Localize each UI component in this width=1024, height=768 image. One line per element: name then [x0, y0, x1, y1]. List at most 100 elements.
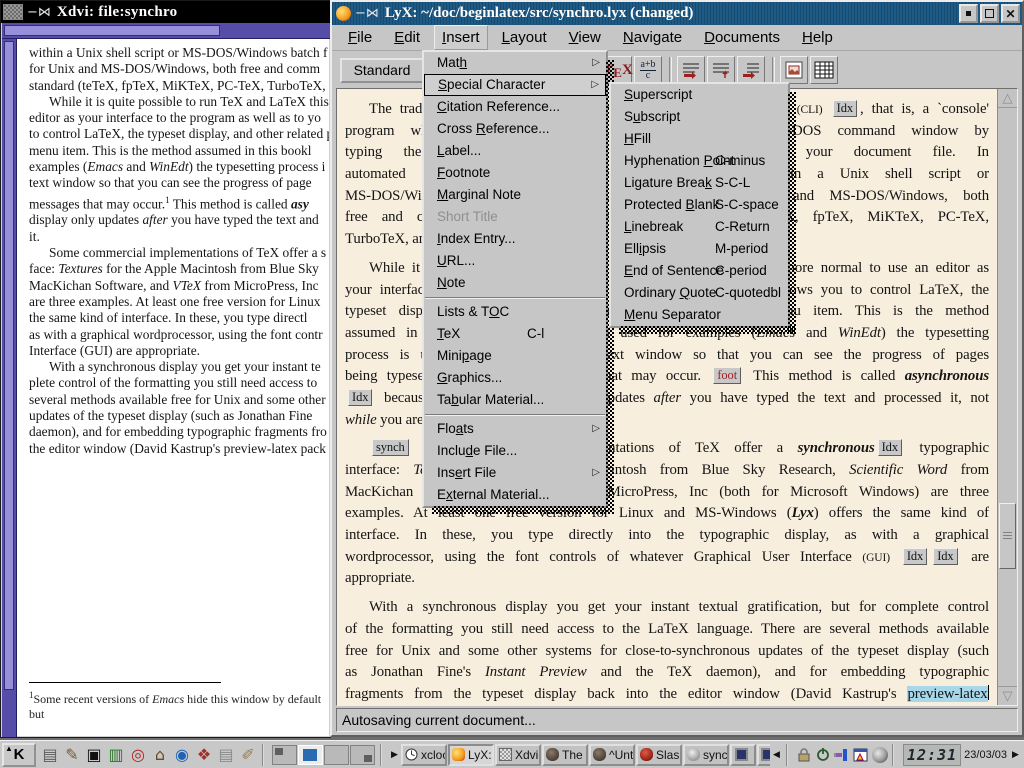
klipper-icon[interactable]: ✎ [61, 743, 83, 766]
window-pin-icon[interactable]: −⋈ [355, 6, 379, 21]
layout-combo[interactable]: Standard [340, 58, 424, 83]
taskbar-button-unti[interactable]: ^Unti [589, 744, 635, 766]
menu-item-external-material[interactable]: External Material... [424, 484, 606, 506]
document-text-line[interactable]: wordprocessor, using the font controls o… [345, 547, 989, 569]
footnote-inset[interactable]: foot [713, 367, 741, 384]
menu-item-ordinary-quote[interactable]: Ordinary QuoteC-quotedbl [611, 282, 788, 304]
taskbar-button-monitor[interactable] [730, 744, 756, 766]
enumerate-icon[interactable] [707, 56, 735, 84]
menu-view[interactable]: View [561, 25, 609, 50]
menu-item-minipage[interactable]: Minipage [424, 345, 606, 367]
pager-desktop-4[interactable] [350, 745, 375, 765]
pager-desktop-3[interactable] [324, 745, 349, 765]
lock-icon[interactable] [794, 744, 813, 766]
editor-icon[interactable]: ✐ [237, 743, 259, 766]
xdvi-vscroll-thumb[interactable] [4, 41, 14, 690]
panel-hide-arrow-icon[interactable]: ▶ [1009, 744, 1022, 766]
pager-desktop-1[interactable] [272, 745, 297, 765]
menu-item-cross-reference[interactable]: Cross Reference... [424, 118, 606, 140]
menu-item-index-entry[interactable]: Index Entry... [424, 228, 606, 250]
document-scrollbar[interactable]: △ ▽ [997, 89, 1017, 705]
menu-insert[interactable]: Insert [434, 25, 488, 50]
konsole-icon[interactable]: ▥ [105, 743, 127, 766]
maximize-button[interactable] [980, 4, 999, 23]
menu-documents[interactable]: Documents [696, 25, 788, 50]
menu-item-marginal-note[interactable]: Marginal Note [424, 184, 606, 206]
menu-item-insert-file[interactable]: Insert File▷ [424, 462, 606, 484]
lyx-titlebar[interactable]: −⋈ LyX: ~/doc/beginlatex/src/synchro.lyx… [332, 2, 1022, 25]
menu-item-ellipsis[interactable]: EllipsisM-period [611, 238, 788, 260]
terminal-icon[interactable]: ▣ [83, 743, 105, 766]
table-icon[interactable] [810, 56, 838, 84]
korganizer-icon[interactable] [851, 744, 870, 766]
taskbar-button-slas[interactable]: Slas [636, 744, 682, 766]
task-scroll-left-icon[interactable]: ◀ [770, 744, 783, 766]
menu-item-superscript[interactable]: Superscript [611, 84, 788, 106]
document-text-line[interactable]: fragments from the typeset display back … [345, 684, 989, 706]
taskbar-button-sync[interactable]: sync [683, 744, 729, 766]
document-text-line[interactable]: interface. In these, you type directly i… [345, 525, 989, 547]
index-inset[interactable]: Idx [348, 389, 372, 406]
xdvi-hscroll-thumb[interactable] [4, 25, 220, 36]
taskbar-button-xdvi[interactable]: Xdvi: [495, 744, 541, 766]
depth-icon[interactable] [737, 56, 765, 84]
menu-item-floats[interactable]: Floats▷ [424, 418, 606, 440]
xdvi-titlebar[interactable]: −⋈ Xdvi: file:synchro [1, 1, 330, 23]
scroll-up-icon[interactable]: △ [998, 89, 1017, 108]
menu-help[interactable]: Help [794, 25, 841, 50]
index-inset[interactable]: Idx [933, 548, 957, 565]
taskbar-button-lyx[interactable]: LyX: [448, 744, 494, 766]
home-icon[interactable]: ⌂ [149, 743, 171, 766]
window-list-icon[interactable]: ▤ [39, 743, 61, 766]
iconify-button[interactable] [959, 4, 978, 23]
logout-icon[interactable] [813, 744, 832, 766]
menu-item-hyphenation-point[interactable]: Hyphenation PointC-minus [611, 150, 788, 172]
menu-layout[interactable]: Layout [494, 25, 555, 50]
xdvi-window-menu-icon[interactable] [3, 4, 23, 20]
menu-item-short-title[interactable]: Short Title [424, 206, 606, 228]
menu-item-include-file[interactable]: Include File... [424, 440, 606, 462]
document-text-line[interactable]: of the formatting you still need access … [345, 619, 989, 641]
menu-item-url[interactable]: URL... [424, 250, 606, 272]
menu-item-ligature-break[interactable]: Ligature BreakS-C-L [611, 172, 788, 194]
menu-item-end-of-sentence[interactable]: End of SentenceC-period [611, 260, 788, 282]
menu-item-linebreak[interactable]: LinebreakC-Return [611, 216, 788, 238]
menu-item-label[interactable]: Label... [424, 140, 606, 162]
document-text-line[interactable]: free for Unix and some other systems for… [345, 641, 989, 663]
files-icon[interactable]: ▤ [215, 743, 237, 766]
taskbar-button-pete[interactable]: pete [757, 744, 770, 766]
scroll-down-icon[interactable]: ▽ [998, 686, 1017, 705]
menu-item-tabular-material[interactable]: Tabular Material... [424, 389, 606, 411]
menu-item-tex[interactable]: TeXC-l [424, 323, 606, 345]
pager-desktop-2[interactable] [298, 745, 323, 765]
menu-item-note[interactable]: Note [424, 272, 606, 294]
xdvi-horizontal-scrollbar[interactable] [2, 23, 330, 39]
menu-edit[interactable]: Edit [386, 25, 428, 50]
math-mode-icon[interactable]: a+bc [634, 56, 662, 84]
k-menu-button[interactable]: ▲ K [2, 743, 36, 767]
document-text-line[interactable]: appropriate. [345, 568, 989, 590]
menu-item-math[interactable]: Math▷ [424, 52, 606, 74]
taskbar-button-xclock[interactable]: xclock [401, 744, 447, 766]
help-icon[interactable]: ◎ [127, 743, 149, 766]
menu-item-protected-blank[interactable]: Protected BlankS-C-space [611, 194, 788, 216]
document-text-line[interactable]: as Jonathan Fine's Instant Preview and t… [345, 662, 989, 684]
document-text-line[interactable]: With a synchronous display you get your … [345, 597, 989, 619]
taskbar-button-the-c[interactable]: The C [542, 744, 588, 766]
label-inset[interactable]: synch [372, 439, 409, 456]
figure-icon[interactable] [780, 56, 808, 84]
menu-item-subscript[interactable]: Subscript [611, 106, 788, 128]
menu-file[interactable]: File [340, 25, 380, 50]
kde-resources-icon[interactable]: ❖ [193, 743, 215, 766]
plug-icon[interactable] [832, 744, 851, 766]
itemize-icon[interactable] [677, 56, 705, 84]
menu-item-hfill[interactable]: HFill [611, 128, 788, 150]
xdvi-vertical-scrollbar[interactable] [2, 39, 17, 737]
browser-icon[interactable]: ◉ [171, 743, 193, 766]
index-inset[interactable]: Idx [903, 548, 927, 565]
scrollbar-thumb[interactable] [999, 503, 1016, 569]
menu-navigate[interactable]: Navigate [615, 25, 690, 50]
menu-item-lists-toc[interactable]: Lists & TOC [424, 301, 606, 323]
index-inset[interactable]: Idx [878, 439, 902, 456]
menu-item-graphics[interactable]: Graphics... [424, 367, 606, 389]
